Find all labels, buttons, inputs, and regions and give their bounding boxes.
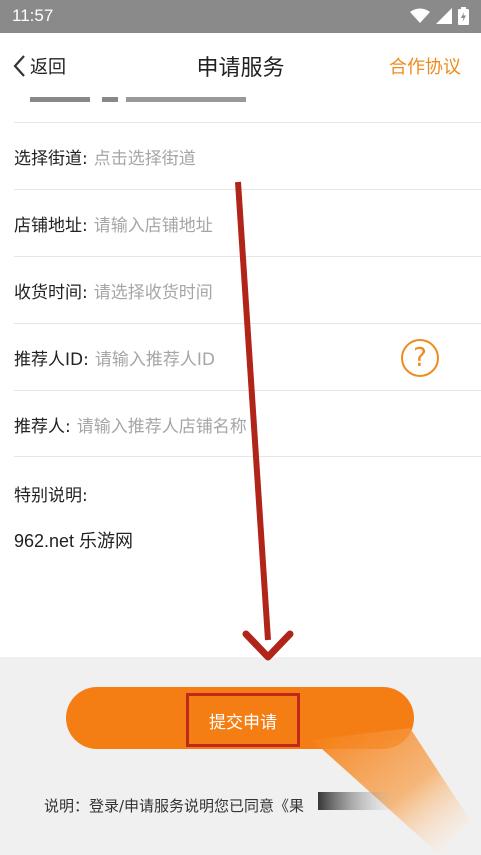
status-icons xyxy=(410,7,469,25)
submit-label: 提交申请 xyxy=(209,712,277,733)
referrer-id-label: 推荐人ID: xyxy=(14,349,89,370)
service-form: 选择街道: 点击选择街道 店铺地址: 请输入店铺地址 收货时间: 请选择收货时间… xyxy=(0,122,481,457)
status-time: 11:57 xyxy=(12,6,54,25)
special-notes-text[interactable]: 962.net 乐游网 xyxy=(14,527,133,553)
street-row[interactable]: 选择街道: 点击选择街道 xyxy=(14,122,481,189)
address-row: 店铺地址: 请输入店铺地址 xyxy=(14,189,481,256)
help-icon[interactable]: ? xyxy=(401,339,439,377)
special-notes-section: 特别说明: 962.net 乐游网 xyxy=(14,456,481,656)
delivery-time-row[interactable]: 收货时间: 请选择收货时间 xyxy=(14,256,481,323)
highlight-box: 提交申请 xyxy=(186,693,300,747)
agreement-note: 说明：登录/申请服务说明您已同意《果 xyxy=(44,797,305,815)
referrer-id-row: 推荐人ID: 请输入推荐人ID ? xyxy=(14,323,481,390)
street-select[interactable]: 点击选择街道 xyxy=(94,144,196,169)
cut-off-row-remnant xyxy=(30,90,250,110)
submit-button[interactable]: 提交申请 xyxy=(66,687,414,749)
referrer-input[interactable]: 请输入推荐人店铺名称 xyxy=(77,412,247,437)
signal-icon xyxy=(436,8,452,24)
referrer-id-input[interactable]: 请输入推荐人ID xyxy=(95,345,215,370)
street-label: 选择街道: xyxy=(14,148,88,169)
address-input[interactable]: 请输入店铺地址 xyxy=(94,211,213,236)
referrer-row: 推荐人: 请输入推荐人店铺名称 xyxy=(14,390,481,457)
agreement-link[interactable]: 合作协议 xyxy=(389,53,461,79)
cut-off-row xyxy=(0,90,481,122)
referrer-label: 推荐人: xyxy=(14,416,71,437)
special-notes-label: 特别说明: xyxy=(14,486,88,506)
wifi-icon xyxy=(410,8,430,23)
battery-icon xyxy=(458,7,469,25)
footer-panel: 提交申请 说明：登录/申请服务说明您已同意《果 xyxy=(0,657,481,855)
address-label: 店铺地址: xyxy=(14,215,88,236)
status-bar: 11:57 xyxy=(0,0,481,33)
delivery-time-label: 收货时间: xyxy=(14,282,88,303)
nav-bar: 返回 申请服务 合作协议 xyxy=(0,33,481,98)
delivery-time-select[interactable]: 请选择收货时间 xyxy=(94,278,213,303)
